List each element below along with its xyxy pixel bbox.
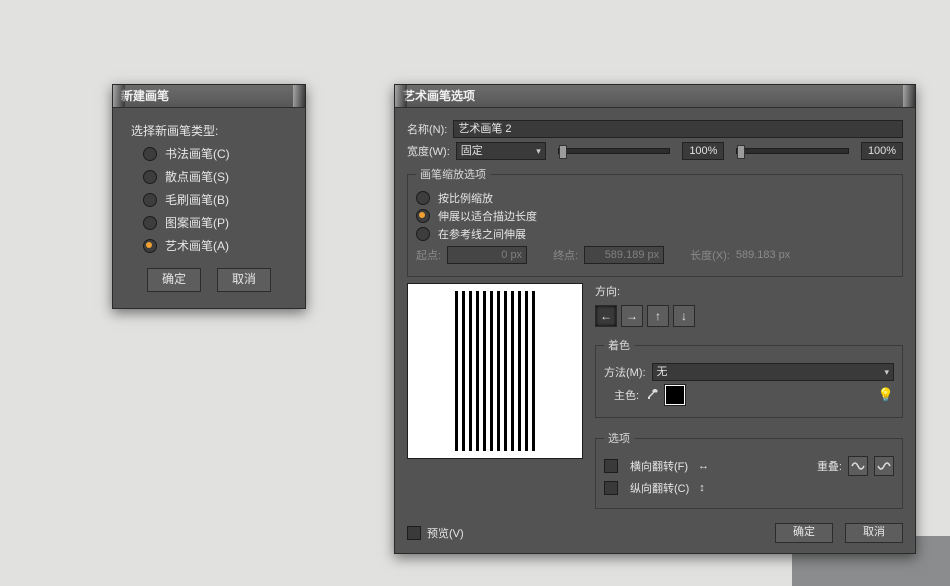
brush-type-prompt: 选择新画笔类型: — [131, 122, 291, 139]
cancel-button[interactable]: 取消 — [217, 268, 271, 292]
colorize-legend: 着色 — [604, 337, 634, 353]
radio-dot — [416, 227, 430, 241]
overlap-option-a[interactable] — [848, 456, 868, 476]
radio-scale-stretch[interactable]: 伸展以适合描边长度 — [416, 208, 894, 224]
new-brush-dialog: 新建画笔 选择新画笔类型: 书法画笔(C) 散点画笔(S) 毛刷画笔(B) 图案… — [112, 84, 306, 309]
radio-bristle[interactable]: 毛刷画笔(B) — [143, 191, 291, 208]
brush-type-radios: 书法画笔(C) 散点画笔(S) 毛刷画笔(B) 图案画笔(P) 艺术画笔(A) — [143, 145, 291, 254]
radio-art[interactable]: 艺术画笔(A) — [143, 237, 291, 254]
start-label: 起点: — [416, 247, 441, 263]
radio-scale-guides[interactable]: 在参考线之间伸展 — [416, 226, 894, 242]
width-pct-left[interactable]: 100% — [682, 142, 724, 160]
preview-checkbox[interactable] — [407, 526, 421, 540]
radio-dot — [416, 191, 430, 205]
flip-v-label: 纵向翻转(C) — [630, 480, 689, 496]
direction-buttons: ← → ↑ ↓ — [595, 305, 903, 327]
keycolor-label: 主色: — [614, 387, 639, 403]
direction-down-button[interactable]: ↓ — [673, 305, 695, 327]
radio-scatter[interactable]: 散点画笔(S) — [143, 168, 291, 185]
ok-button[interactable]: 确定 — [147, 268, 201, 292]
start-input: 0 px — [447, 246, 527, 264]
dialog-title: 艺术画笔选项 — [395, 85, 915, 108]
colorize-method-dropdown[interactable]: 无 — [652, 363, 894, 381]
overlap-label: 重叠: — [817, 458, 842, 474]
radio-dot — [143, 239, 157, 253]
scale-options-group: 画笔缩放选项 按比例缩放 伸展以适合描边长度 在参考线之间伸展 起点: 0 px… — [407, 166, 903, 277]
end-input: 589.189 px — [584, 246, 664, 264]
end-label: 终点: — [553, 247, 578, 263]
flip-h-label: 横向翻转(F) — [630, 458, 688, 474]
width-slider-left[interactable] — [558, 148, 671, 154]
preview-label: 预览(V) — [427, 525, 464, 541]
direction-right-button[interactable]: → — [621, 305, 643, 327]
flip-h-icon: ↔ — [698, 460, 709, 472]
radio-pattern[interactable]: 图案画笔(P) — [143, 214, 291, 231]
preview-artwork — [455, 291, 535, 451]
length-label: 长度(X): — [690, 247, 730, 263]
dialog-title: 新建画笔 — [113, 85, 305, 108]
scale-legend: 画笔缩放选项 — [416, 166, 490, 182]
options-group: 选项 横向翻转(F) ↔ 重叠: — [595, 430, 903, 509]
options-legend: 选项 — [604, 430, 634, 446]
radio-label: 艺术画笔(A) — [165, 237, 229, 254]
ok-button[interactable]: 确定 — [775, 523, 833, 543]
art-brush-options-dialog: 艺术画笔选项 名称(N): 艺术画笔 2 宽度(W): 固定 100% 100%… — [394, 84, 916, 554]
width-mode-dropdown[interactable]: 固定 — [456, 142, 546, 160]
radio-scale-proportional[interactable]: 按比例缩放 — [416, 190, 894, 206]
colorize-method-label: 方法(M): — [604, 364, 646, 380]
colorize-group: 着色 方法(M): 无 主色: 💡 — [595, 337, 903, 418]
keycolor-swatch[interactable] — [665, 385, 685, 405]
radio-dot — [416, 209, 430, 223]
name-input[interactable]: 艺术画笔 2 — [453, 120, 903, 138]
radio-label: 毛刷画笔(B) — [165, 191, 229, 208]
width-slider-right[interactable] — [736, 148, 849, 154]
radio-dot — [143, 170, 157, 184]
radio-label: 按比例缩放 — [438, 190, 493, 206]
flip-v-icon: ↕ — [699, 482, 705, 494]
radio-dot — [143, 193, 157, 207]
direction-up-button[interactable]: ↑ — [647, 305, 669, 327]
overlap-option-b[interactable] — [874, 456, 894, 476]
radio-label: 在参考线之间伸展 — [438, 226, 526, 242]
radio-label: 伸展以适合描边长度 — [438, 208, 537, 224]
cancel-button[interactable]: 取消 — [845, 523, 903, 543]
radio-calligraphic[interactable]: 书法画笔(C) — [143, 145, 291, 162]
flip-h-checkbox[interactable] — [604, 459, 618, 473]
width-label: 宽度(W): — [407, 143, 450, 159]
name-label: 名称(N): — [407, 121, 447, 137]
length-value: 589.183 px — [736, 249, 790, 261]
eyedropper-icon[interactable] — [645, 388, 659, 402]
radio-label: 书法画笔(C) — [165, 145, 230, 162]
width-pct-right[interactable]: 100% — [861, 142, 903, 160]
radio-dot — [143, 216, 157, 230]
direction-label: 方向: — [595, 283, 903, 299]
brush-preview — [407, 283, 583, 459]
radio-label: 图案画笔(P) — [165, 214, 229, 231]
flip-v-checkbox[interactable] — [604, 481, 618, 495]
direction-left-button[interactable]: ← — [595, 305, 617, 327]
radio-label: 散点画笔(S) — [165, 168, 229, 185]
radio-dot — [143, 147, 157, 161]
tip-icon[interactable]: 💡 — [878, 387, 894, 403]
